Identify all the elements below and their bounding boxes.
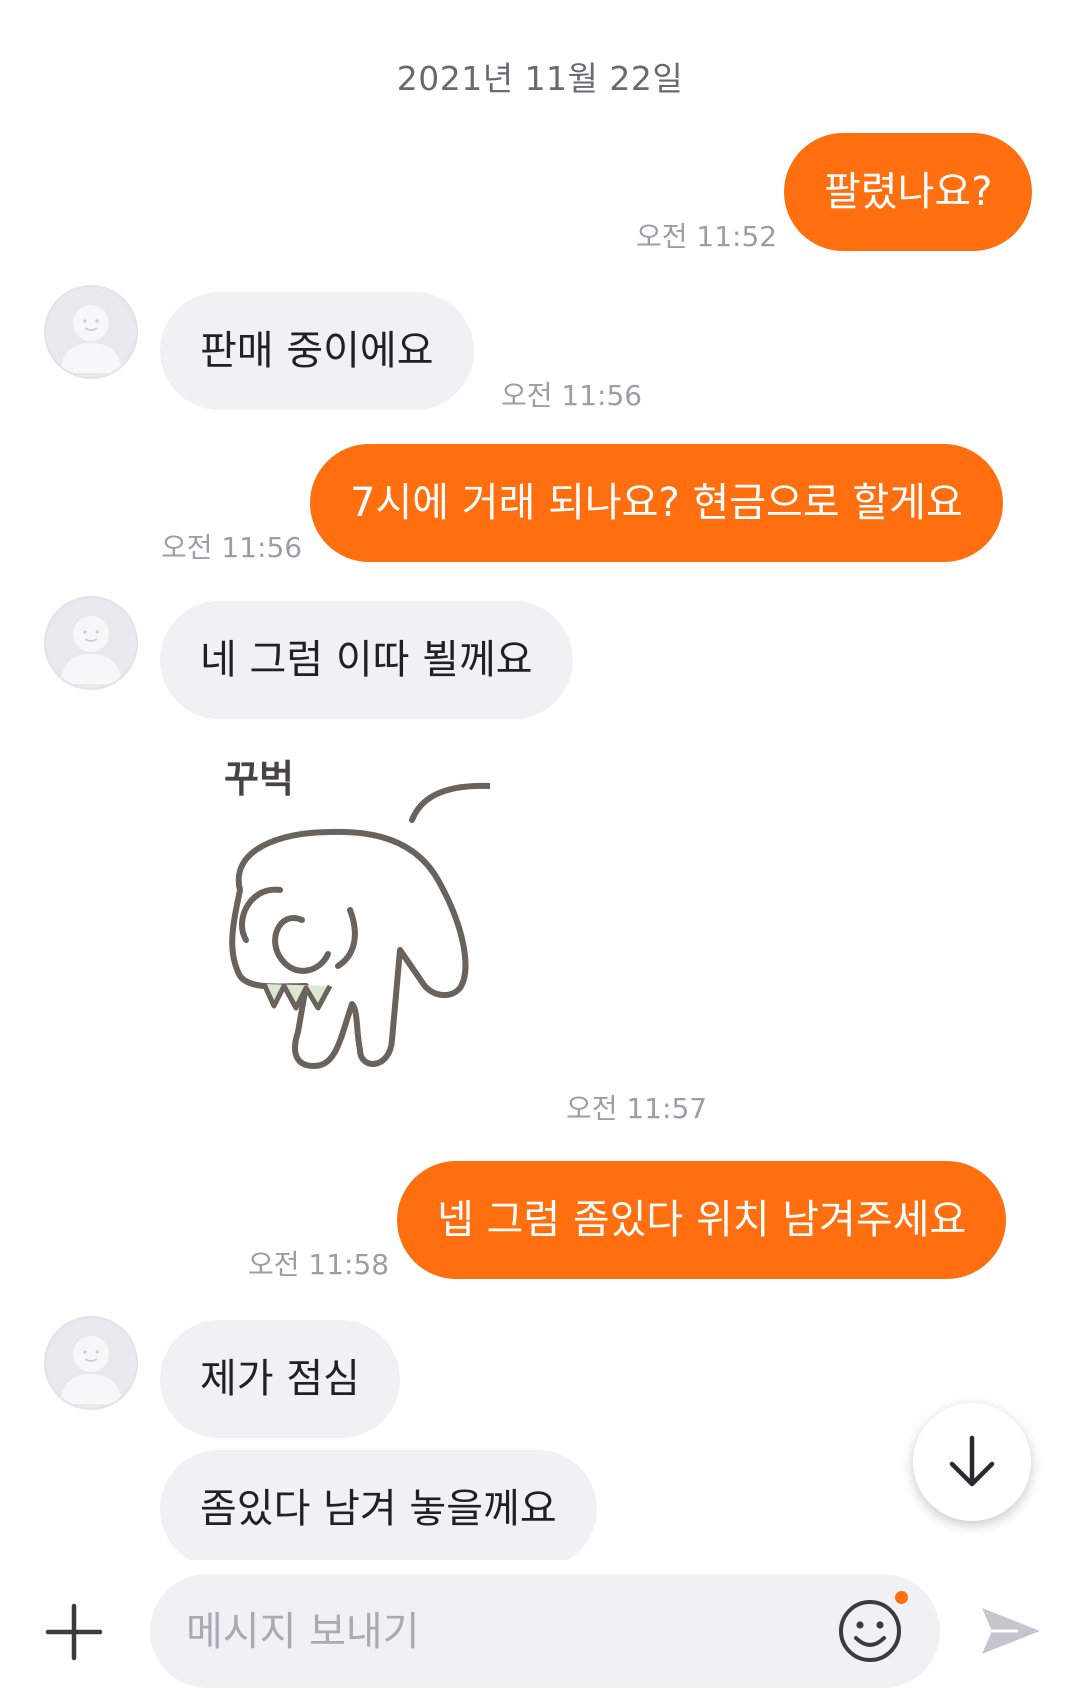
smile-icon: [839, 1600, 901, 1662]
sticker-image[interactable]: 꾸벅: [210, 750, 493, 1090]
message-input-bar: [0, 1560, 1080, 1702]
message-input[interactable]: [184, 1574, 808, 1690]
incoming-message-bubble[interactable]: 좀있다 남겨 놓을께요: [160, 1450, 597, 1568]
default-profile-icon: [60, 616, 122, 684]
emoji-button[interactable]: [835, 1596, 905, 1666]
default-profile-icon: [60, 305, 122, 373]
incoming-message-bubble[interactable]: 판매 중이에요: [160, 292, 474, 410]
sticker-caption: 꾸벅: [224, 757, 294, 801]
attach-button[interactable]: [44, 1602, 104, 1662]
message-time: 오전 11:52: [636, 220, 778, 253]
scroll-to-bottom-button[interactable]: [913, 1403, 1031, 1521]
message-time: 오전 11:56: [501, 379, 643, 412]
outgoing-message-bubble[interactable]: 7시에 거래 되나요? 현금으로 할게요: [310, 444, 1003, 562]
send-icon: [982, 1608, 1040, 1654]
message-time: 오전 11:58: [248, 1248, 390, 1281]
outgoing-message-bubble[interactable]: 팔렸나요?: [784, 133, 1033, 251]
arrow-down-icon: [949, 1435, 995, 1487]
avatar[interactable]: [44, 1316, 138, 1410]
date-divider: 2021년 11월 22일: [396, 59, 684, 98]
avatar[interactable]: [44, 596, 138, 690]
message-input-container[interactable]: [150, 1574, 940, 1690]
new-badge-dot: [895, 1591, 908, 1604]
incoming-message-bubble[interactable]: 제가 점심: [160, 1320, 400, 1438]
message-time: 오전 11:57: [566, 1092, 708, 1125]
avatar[interactable]: [44, 285, 138, 379]
plus-icon: [45, 1603, 103, 1661]
send-button[interactable]: [978, 1598, 1044, 1664]
incoming-message-bubble[interactable]: 네 그럼 이따 뵐께요: [160, 601, 573, 719]
outgoing-message-bubble[interactable]: 넵 그럼 좀있다 위치 남겨주세요: [397, 1161, 1007, 1279]
message-time: 오전 11:56: [161, 531, 303, 564]
default-profile-icon: [60, 1336, 122, 1404]
